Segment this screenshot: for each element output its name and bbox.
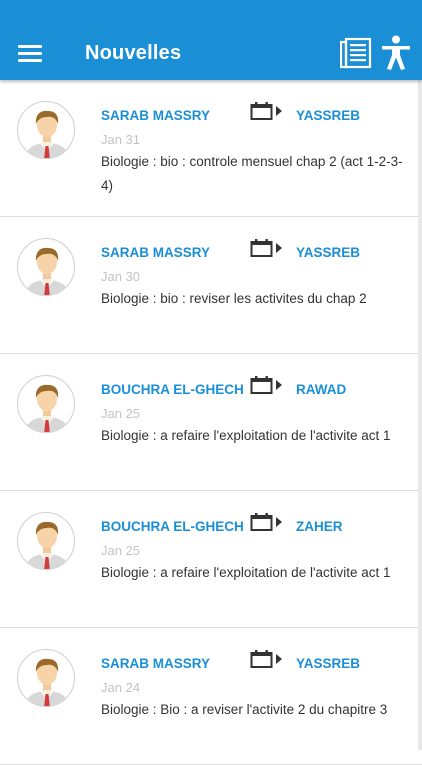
calendar-arrow-icon bbox=[250, 650, 282, 668]
news-date: Jan 24 bbox=[101, 680, 141, 695]
avatar[interactable] bbox=[17, 238, 75, 296]
teacher-avatar-icon bbox=[24, 384, 70, 432]
calendar-arrow-icon bbox=[250, 239, 282, 257]
news-message: Biologie : a refaire l'exploitation de l… bbox=[101, 565, 391, 580]
news-list: SARAB MASSRY YASSREB Jan 31 Biologie : b… bbox=[0, 80, 422, 765]
calendar-arrow-icon bbox=[250, 102, 282, 120]
teacher-avatar-icon bbox=[24, 110, 70, 158]
teacher-avatar-icon bbox=[24, 521, 70, 569]
menu-button[interactable] bbox=[12, 34, 50, 74]
class-name[interactable]: YASSREB bbox=[296, 108, 360, 123]
news-message: Biologie : bio : reviser les activites d… bbox=[101, 291, 367, 306]
avatar[interactable] bbox=[17, 101, 75, 159]
avatar[interactable] bbox=[17, 512, 75, 570]
calendar-arrow-icon bbox=[250, 513, 282, 531]
class-name[interactable]: YASSREB bbox=[296, 656, 360, 671]
teacher-avatar-icon bbox=[24, 247, 70, 295]
news-item[interactable]: BOUCHRA EL-GHECH ZAHER Jan 25 Biologie :… bbox=[0, 491, 422, 628]
news-item[interactable]: SARAB MASSRY YASSREB Jan 24 Biologie : B… bbox=[0, 628, 422, 765]
avatar[interactable] bbox=[17, 649, 75, 707]
sender-name[interactable]: SARAB MASSRY bbox=[101, 245, 210, 260]
page-title: Nouvelles bbox=[85, 42, 182, 64]
calendar-arrow-icon bbox=[250, 376, 282, 394]
news-date: Jan 31 bbox=[101, 132, 141, 147]
sender-name[interactable]: SARAB MASSRY bbox=[101, 108, 210, 123]
class-name[interactable]: ZAHER bbox=[296, 519, 343, 534]
news-message: Biologie : bio : controle mensuel chap 2… bbox=[101, 154, 403, 193]
teacher-avatar-icon bbox=[24, 658, 70, 706]
avatar[interactable] bbox=[17, 375, 75, 433]
app-bar: Nouvelles bbox=[0, 0, 422, 80]
news-item[interactable]: BOUCHRA EL-GHECH RAWAD Jan 25 Biologie :… bbox=[0, 354, 422, 491]
sender-name[interactable]: BOUCHRA EL-GHECH bbox=[101, 382, 244, 397]
class-name[interactable]: YASSREB bbox=[296, 245, 360, 260]
news-message: Biologie : Bio : a reviser l'activite 2 … bbox=[101, 702, 388, 717]
news-message: Biologie : a refaire l'exploitation de l… bbox=[101, 428, 391, 443]
accessibility-icon bbox=[382, 35, 410, 70]
newspaper-icon bbox=[339, 37, 372, 69]
news-date: Jan 25 bbox=[101, 406, 141, 421]
sender-name[interactable]: SARAB MASSRY bbox=[101, 656, 210, 671]
scrollbar[interactable] bbox=[418, 80, 422, 750]
news-item[interactable]: SARAB MASSRY YASSREB Jan 31 Biologie : b… bbox=[0, 80, 422, 217]
news-item[interactable]: SARAB MASSRY YASSREB Jan 30 Biologie : b… bbox=[0, 217, 422, 354]
sender-name[interactable]: BOUCHRA EL-GHECH bbox=[101, 519, 244, 534]
class-name[interactable]: RAWAD bbox=[296, 382, 346, 397]
hamburger-menu-icon bbox=[18, 45, 42, 48]
newspaper-button[interactable] bbox=[339, 37, 372, 70]
news-date: Jan 30 bbox=[101, 269, 141, 284]
accessibility-button[interactable] bbox=[380, 35, 412, 71]
news-date: Jan 25 bbox=[101, 543, 141, 558]
